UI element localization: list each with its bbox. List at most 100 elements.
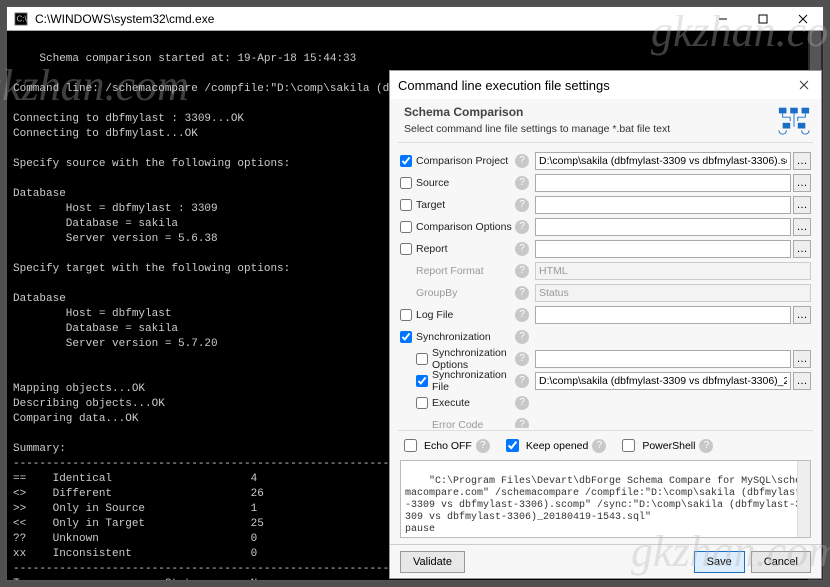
row-report: Report ? … [400,238,811,259]
browse-button[interactable]: … [793,218,811,236]
label: Synchronization [416,331,491,343]
sync-file-checkbox[interactable] [416,375,428,387]
schema-compare-icon [777,105,811,138]
echo-off-label: Echo OFF [424,440,472,452]
help-icon[interactable]: ? [515,374,529,388]
help-icon: ? [515,286,529,300]
log-file-checkbox[interactable] [400,309,412,321]
dialog-title: Command line execution file settings [398,78,610,93]
help-icon: ? [515,418,529,429]
options-row: Echo OFF? Keep opened? PowerShell? [390,433,821,458]
maximize-button[interactable] [743,7,783,31]
comparison-project-input[interactable] [535,152,791,170]
help-icon[interactable]: ? [515,242,529,256]
help-icon[interactable]: ? [515,198,529,212]
dialog-subtext: Select command line file settings to man… [404,123,670,135]
sync-options-checkbox[interactable] [416,353,428,365]
echo-off-checkbox[interactable] [404,439,417,452]
label: Synchronization Options [432,347,515,371]
sync-options-input[interactable] [535,350,791,368]
row-target: Target ? … [400,194,811,215]
label: Target [416,199,445,211]
row-comparison-options: Comparison Options ? … [400,216,811,237]
settings-dialog: Command line execution file settings Sch… [389,70,822,579]
label: Comparison Project [416,155,508,167]
help-icon[interactable]: ? [699,439,713,453]
report-format-input [535,262,811,280]
dialog-header: Schema Comparison Select command line fi… [390,99,821,140]
target-input[interactable] [535,196,791,214]
source-input[interactable] [535,174,791,192]
row-sync-file: Synchronization File ? … [400,370,811,391]
comparison-options-input[interactable] [535,218,791,236]
label: Log File [416,309,453,321]
row-execute: Execute ? [400,392,811,413]
sync-checkbox[interactable] [400,331,412,343]
browse-button[interactable]: … [793,152,811,170]
label: Error Code [432,419,483,429]
cancel-button[interactable]: Cancel [751,551,811,573]
title-bar: C:\ C:\WINDOWS\system32\cmd.exe [7,7,823,31]
row-report-format: Report Format ? [400,260,811,281]
dialog-close-button[interactable] [795,76,813,94]
row-source: Source ? … [400,172,811,193]
log-file-input[interactable] [535,306,791,324]
row-comparison-project: Comparison Project ? … [400,150,811,171]
command-preview[interactable]: "C:\Program Files\Devart\dbForge Schema … [400,460,811,538]
comparison-project-checkbox[interactable] [400,155,412,167]
powershell-checkbox[interactable] [622,439,635,452]
cmd-icon: C:\ [7,12,35,26]
divider [398,142,813,143]
help-icon[interactable]: ? [515,308,529,322]
comparison-options-checkbox[interactable] [400,221,412,233]
help-icon[interactable]: ? [515,220,529,234]
execute-checkbox[interactable] [416,397,428,409]
label: Comparison Options [416,221,512,233]
browse-button[interactable]: … [793,240,811,258]
keep-opened-label: Keep opened [526,440,588,452]
dialog-subtitle: Schema Comparison [404,105,670,119]
close-button[interactable] [783,7,823,31]
target-checkbox[interactable] [400,199,412,211]
svg-text:C:\: C:\ [17,14,28,23]
keep-opened-checkbox[interactable] [506,439,519,452]
save-button[interactable]: Save [694,551,745,573]
help-icon[interactable]: ? [592,439,606,453]
row-error-code: Error Code ? [400,414,811,428]
row-groupby: GroupBy ? [400,282,811,303]
help-icon[interactable]: ? [515,396,529,410]
help-icon[interactable]: ? [515,154,529,168]
label: Report [416,243,448,255]
help-icon: ? [515,264,529,278]
sync-file-input[interactable] [535,372,791,390]
browse-button[interactable]: … [793,196,811,214]
browse-button[interactable]: … [793,174,811,192]
row-log-file: Log File ? … [400,304,811,325]
row-synchronization: Synchronization ? [400,326,811,347]
powershell-label: PowerShell [642,440,695,452]
label: Execute [432,397,470,409]
dialog-footer: Validate Save Cancel [390,544,821,578]
help-icon[interactable]: ? [515,330,529,344]
divider [398,430,813,431]
browse-button[interactable]: … [793,306,811,324]
window-title: C:\WINDOWS\system32\cmd.exe [35,12,703,26]
command-text: "C:\Program Files\Devart\dbForge Schema … [405,476,801,535]
browse-button[interactable]: … [793,350,811,368]
report-checkbox[interactable] [400,243,412,255]
help-icon[interactable]: ? [476,439,490,453]
help-icon[interactable]: ? [515,352,529,366]
help-icon[interactable]: ? [515,176,529,190]
browse-button[interactable]: … [793,372,811,390]
minimize-button[interactable] [703,7,743,31]
settings-form: Comparison Project ? … Source ? … Target… [390,145,821,428]
source-checkbox[interactable] [400,177,412,189]
label: GroupBy [416,287,457,299]
label: Source [416,177,449,189]
row-sync-options: Synchronization Options ? … [400,348,811,369]
report-input[interactable] [535,240,791,258]
groupby-input [535,284,811,302]
scrollbar-vertical[interactable] [797,461,810,537]
dialog-titlebar: Command line execution file settings [390,71,821,99]
label: Synchronization File [432,369,515,393]
